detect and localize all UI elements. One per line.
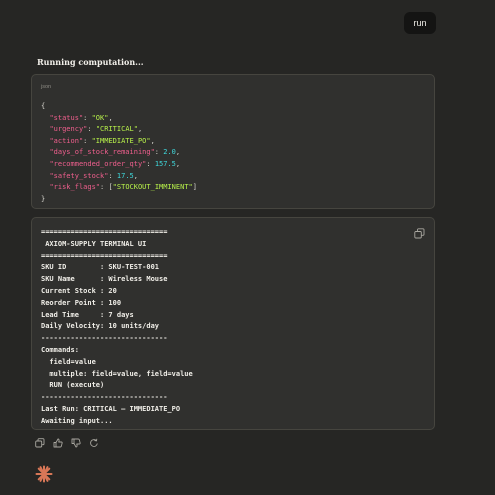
retry-icon[interactable]	[89, 438, 99, 448]
thumbs-down-icon[interactable]	[71, 438, 81, 448]
json-code: { "status": "OK", "urgency": "CRITICAL",…	[41, 101, 197, 205]
json-line: "days_of_stock_remaining": 2.0,	[49, 148, 181, 157]
copy-icon[interactable]	[414, 226, 425, 239]
terminal-line: ==============================	[41, 228, 168, 236]
terminal-line: Lead Time : 7 days	[41, 310, 134, 319]
json-close-brace: }	[41, 194, 46, 203]
terminal-line: Last Run: CRITICAL — IMMEDIATE_PO	[41, 404, 181, 413]
json-line: "safety_stock": 17.5,	[49, 171, 138, 180]
json-line: "urgency": "CRITICAL",	[49, 125, 143, 134]
json-line: "recommended_order_qty": 157.5,	[49, 159, 181, 168]
terminal-line: multiple: field=value, field=value	[41, 369, 193, 378]
terminal-line: ==============================	[41, 251, 168, 260]
status-text: Running computation...	[37, 57, 144, 67]
json-open-brace: {	[41, 102, 46, 110]
message-actions	[35, 438, 99, 448]
terminal-line: ------------------------------	[41, 334, 168, 343]
code-language-label: json	[41, 84, 52, 90]
terminal-line: ------------------------------	[41, 393, 168, 402]
copy-icon[interactable]	[35, 438, 45, 448]
user-message-text: run	[413, 18, 427, 28]
terminal-line: AXIOM-SUPPLY TERMINAL UI	[41, 239, 147, 248]
terminal-line: Awaiting input...	[41, 416, 113, 425]
user-message-bubble: run	[404, 12, 436, 34]
json-line: "action": "IMMEDIATE_PO",	[49, 136, 155, 145]
terminal-line: Reorder Point : 100	[41, 298, 122, 307]
terminal-line: Current Stock : 20	[41, 286, 117, 295]
terminal-line: RUN (execute)	[41, 381, 105, 390]
terminal-text: ============================== AXIOM-SUP…	[41, 227, 193, 428]
terminal-line: SKU Name : Wireless Mouse	[41, 275, 168, 284]
terminal-line: Commands:	[41, 345, 79, 354]
claude-spark-icon	[35, 465, 53, 483]
terminal-line: SKU ID : SKU-TEST-001	[41, 263, 160, 272]
json-line: "status": "OK",	[49, 113, 113, 122]
json-line: "risk_flags": ["STOCKOUT_IMMINENT"]	[49, 183, 197, 192]
json-code-block: json { "status": "OK", "urgency": "CRITI…	[31, 74, 435, 209]
terminal-line: Daily Velocity: 10 units/day	[41, 322, 160, 331]
terminal-line: field=value	[41, 357, 96, 366]
thumbs-up-icon[interactable]	[53, 438, 63, 448]
terminal-output-block: ============================== AXIOM-SUP…	[31, 217, 435, 430]
